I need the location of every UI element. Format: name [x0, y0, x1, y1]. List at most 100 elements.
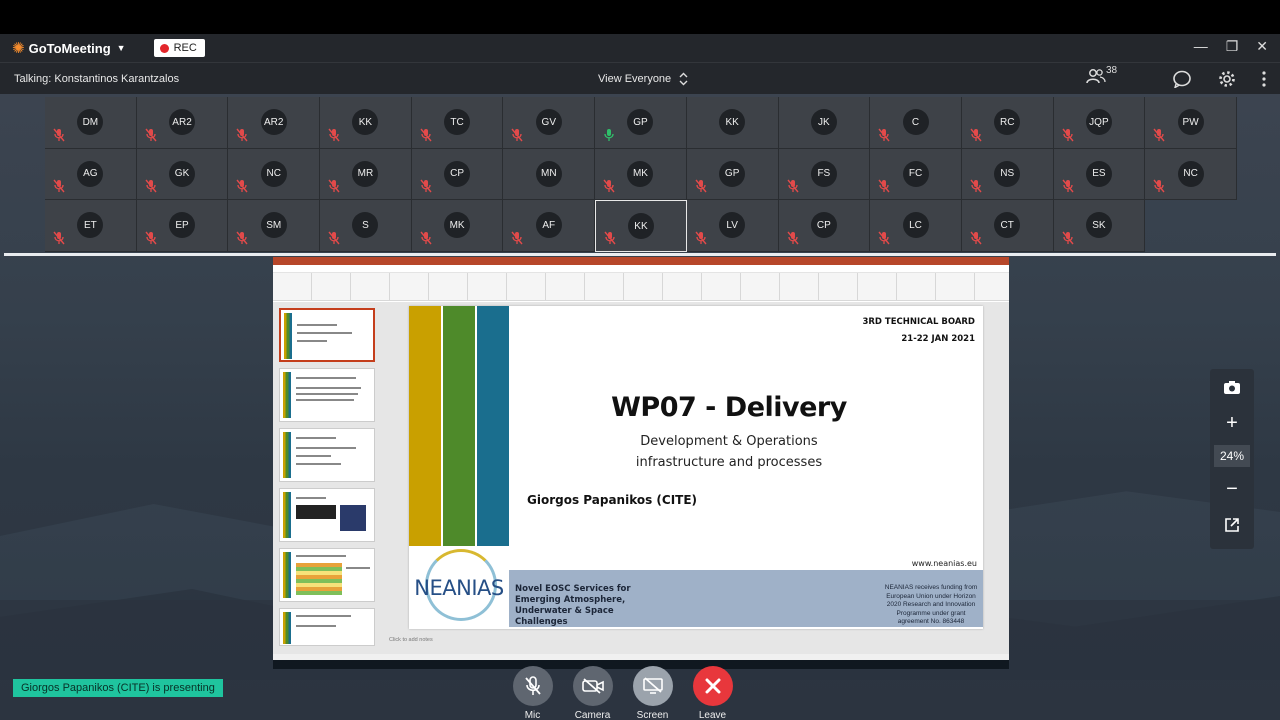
participant-avatar: NS	[994, 160, 1021, 187]
window-controls: — ❐ ✕	[1194, 38, 1268, 55]
talking-indicator: Talking: Konstantinos Karantzalos	[14, 72, 180, 85]
slide-thumbnail	[279, 608, 375, 646]
participant-tile[interactable]: GP	[686, 148, 779, 201]
participant-tile[interactable]: FS	[778, 148, 871, 201]
participant-tile[interactable]: KK	[320, 97, 412, 149]
participant-avatar: AR2	[260, 109, 287, 135]
leave-button-circle[interactable]	[692, 666, 733, 706]
participant-tile[interactable]: C	[870, 97, 962, 149]
participant-tile[interactable]: JQP	[1053, 97, 1146, 149]
screen-label: Screen	[636, 710, 669, 720]
participant-tile[interactable]: MR	[320, 148, 412, 201]
view-selector[interactable]: View Everyone	[598, 72, 688, 86]
participant-tile[interactable]: PW	[1145, 97, 1237, 149]
project-description: Novel EOSC Services for Emerging Atmosph…	[515, 584, 631, 627]
mic-muted-icon	[145, 231, 157, 245]
participant-avatar: KK	[352, 109, 379, 135]
slide-thumbnail	[279, 488, 375, 542]
popout-button[interactable]	[1214, 507, 1250, 543]
participant-tile[interactable]: MK	[595, 148, 687, 201]
up-down-chevron-icon	[679, 72, 688, 86]
top-black-bar	[0, 0, 1280, 34]
screen-button-circle[interactable]	[632, 666, 673, 706]
grid-divider[interactable]	[4, 253, 1276, 256]
ppt-workspace: 3RD TECHNICAL BOARD 21-22 JAN 2021 WP07 …	[273, 302, 1009, 654]
chat-icon[interactable]	[1172, 70, 1192, 88]
gear-icon[interactable]	[1218, 70, 1236, 88]
participant-tile[interactable]: S	[320, 200, 412, 253]
screen-share-button[interactable]: Screen	[632, 666, 673, 720]
mic-muted-icon	[420, 231, 432, 245]
more-vertical-icon[interactable]	[1262, 70, 1266, 87]
restore-icon[interactable]: ❐	[1226, 38, 1239, 55]
participant-tile[interactable]: SM	[228, 200, 321, 253]
screen-share-off-icon	[642, 677, 663, 694]
participant-tile[interactable]: JK	[778, 97, 871, 149]
mic-muted-icon	[878, 179, 890, 193]
zoom-out-button[interactable]: −	[1214, 471, 1250, 507]
slide-author: Giorgos Papanikos (CITE)	[527, 493, 698, 507]
participant-tile[interactable]: CP	[778, 200, 871, 253]
participant-tile[interactable]: AF	[503, 200, 596, 253]
plus-icon: +	[1226, 411, 1238, 434]
participant-tile[interactable]: EP	[136, 200, 229, 253]
gotomeeting-logo-icon: ✺	[12, 40, 25, 57]
mic-button[interactable]: Mic	[512, 666, 553, 720]
participant-tile[interactable]: SK	[1053, 200, 1146, 253]
participant-tile[interactable]: GV	[503, 97, 596, 149]
participant-avatar: FS	[810, 160, 837, 187]
participant-tile[interactable]: CT	[961, 200, 1054, 253]
participant-tile[interactable]: FC	[870, 148, 962, 201]
participant-tile[interactable]: NS	[961, 148, 1054, 201]
participant-tile[interactable]: GP	[595, 97, 687, 149]
participant-tile[interactable]: DM	[45, 97, 137, 149]
participant-tile[interactable]: AG	[45, 148, 137, 201]
participant-tile[interactable]: AR2	[136, 97, 229, 149]
snapshot-button[interactable]	[1214, 369, 1250, 405]
minus-icon: −	[1226, 477, 1238, 500]
slide-notes-placeholder: Click to add notes	[389, 637, 433, 643]
leave-button[interactable]: Leave	[692, 666, 733, 720]
mic-muted-icon	[786, 231, 799, 245]
participant-tile[interactable]: NC	[228, 148, 321, 201]
participant-tile[interactable]: KK	[686, 97, 779, 149]
mic-button-circle[interactable]	[512, 666, 553, 706]
participant-tile[interactable]: CP	[411, 148, 504, 201]
participant-tile[interactable]: TC	[411, 97, 504, 149]
zoom-panel: + 24% −	[1210, 369, 1254, 549]
mic-muted-icon	[970, 179, 982, 193]
participant-tile[interactable]: ET	[45, 200, 137, 253]
participant-tile[interactable]: NC	[1145, 148, 1237, 201]
ppt-title-bar	[273, 257, 1009, 265]
mic-muted-icon	[420, 128, 432, 142]
participant-tile[interactable]: GK	[136, 148, 229, 201]
chevron-down-icon: ▼	[116, 43, 126, 53]
participant-avatar: FC	[902, 160, 929, 187]
close-icon[interactable]: ✕	[1256, 38, 1268, 55]
participant-tile[interactable]: LV	[686, 200, 779, 253]
app-brand-menu[interactable]: ✺ GoToMeeting ▼	[12, 39, 126, 57]
rec-label: REC	[173, 42, 197, 54]
mic-muted-icon	[878, 231, 890, 245]
camera-button[interactable]: Camera	[572, 666, 613, 720]
minimize-icon[interactable]: —	[1194, 38, 1208, 55]
participant-tile[interactable]: MK	[411, 200, 504, 253]
participant-tile[interactable]: KK	[595, 200, 687, 253]
mic-muted-icon	[236, 231, 248, 245]
close-x-icon	[705, 678, 720, 694]
camera-button-circle[interactable]	[572, 666, 613, 706]
leave-label: Leave	[698, 710, 727, 720]
participant-tile[interactable]: MN	[503, 148, 596, 201]
top-right-icons: 38	[1086, 65, 1266, 89]
recording-badge[interactable]: REC	[153, 39, 205, 57]
participant-tile[interactable]: ES	[1053, 148, 1146, 201]
participant-tile[interactable]: AR2	[228, 97, 321, 149]
zoom-in-button[interactable]: +	[1214, 405, 1250, 441]
camera-off-icon	[581, 678, 604, 694]
attendees-button[interactable]: 38	[1086, 65, 1117, 89]
slide-thumbnail	[279, 548, 375, 602]
participant-tile[interactable]: LC	[870, 200, 962, 253]
participant-tile[interactable]: RC	[961, 97, 1054, 149]
ppt-ribbon	[273, 273, 1009, 301]
mic-muted-icon	[695, 231, 707, 245]
